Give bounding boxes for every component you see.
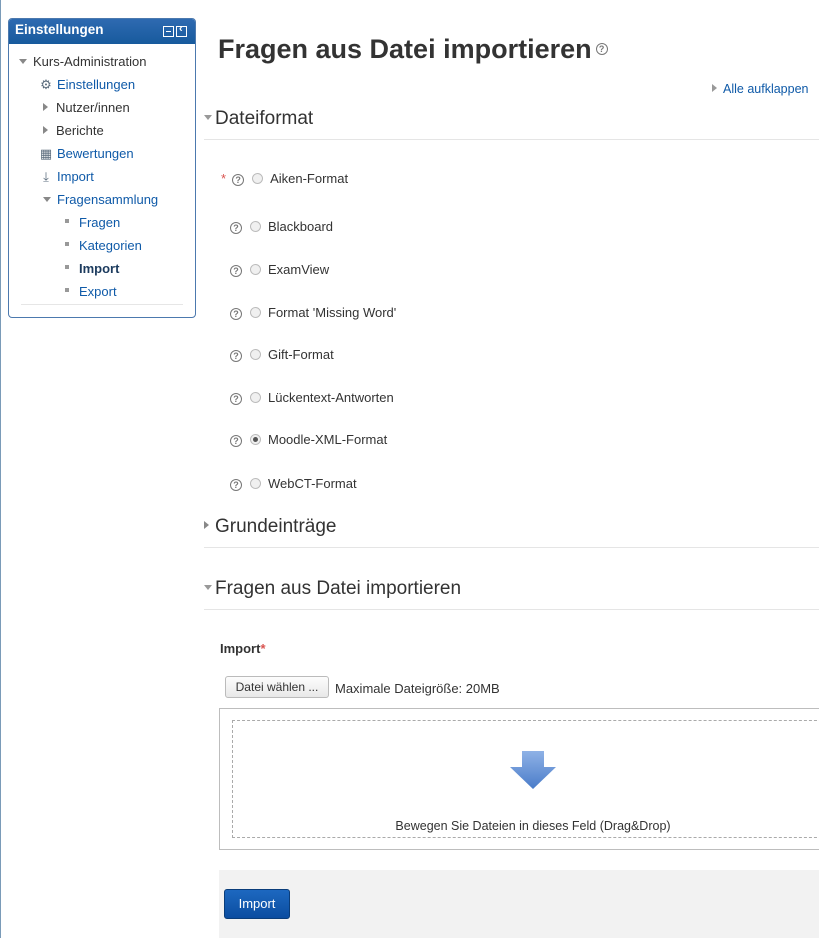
settings-block: Einstellungen Kurs-Administration ⚙Einst… [8,18,196,318]
format-radio[interactable] [250,264,261,275]
gear-icon: ⚙ [40,77,52,92]
format-option-webct[interactable]: ? WebCT-Format [230,476,357,492]
tree-item-export[interactable]: Export [65,283,117,301]
import-field-label: Import* [220,641,266,656]
bullet-icon [65,219,69,223]
help-icon[interactable]: ? [230,308,242,320]
import-submit-button[interactable]: Import [224,889,290,919]
expanded-arrow-icon [204,585,212,590]
expanded-arrow-icon [43,197,51,202]
collapse-block-icon[interactable] [163,26,174,37]
format-radio[interactable] [250,478,261,489]
download-arrow-icon [510,751,556,789]
format-option-lueckentext[interactable]: ? Lückentext-Antworten [230,390,394,406]
import-icon: ⤓ [43,169,49,184]
block-divider [21,304,183,305]
expanded-arrow-icon [204,115,212,120]
collapsed-arrow-icon [204,521,209,529]
collapsed-arrow-icon [712,84,717,92]
section-divider [204,609,819,610]
format-option-missing-word[interactable]: ? Format 'Missing Word' [230,305,396,321]
tree-item-einstellungen[interactable]: ⚙ Einstellungen [39,76,135,94]
expand-all-link[interactable]: Alle aufklappen [712,82,808,96]
format-radio[interactable] [250,349,261,360]
dropzone-hint: Bewegen Sie Dateien in dieses Feld (Drag… [395,819,671,833]
section-grundeintraege-header[interactable]: Grundeinträge [204,516,336,538]
help-icon[interactable]: ? [230,350,242,362]
choose-file-button[interactable]: Datei wählen ... [225,676,329,698]
bullet-icon [65,288,69,292]
collapsed-arrow-icon [43,103,48,111]
block-title: Einstellungen [15,22,104,37]
tree-item-berichte[interactable]: Berichte [43,122,104,140]
format-option-examview[interactable]: ? ExamView [230,262,329,278]
max-file-size: Maximale Dateigröße: 20MB [335,681,500,696]
format-radio[interactable] [250,221,261,232]
help-icon[interactable]: ? [232,174,245,186]
page-title: Fragen aus Datei importieren? [218,34,608,65]
tree-item-import-current[interactable]: Import [65,260,119,278]
help-icon[interactable]: ? [230,435,242,447]
bullet-icon [65,242,69,246]
tree-item-kategorien[interactable]: Kategorien [65,237,142,255]
tree-item-nutzer[interactable]: Nutzer/innen [43,99,130,117]
format-option-moodle-xml[interactable]: ? Moodle-XML-Format [230,432,387,448]
format-option-blackboard[interactable]: ? Blackboard [230,219,333,235]
help-icon[interactable]: ? [595,43,608,55]
page-frame [0,0,1,938]
format-radio[interactable] [250,392,261,403]
section-divider [204,139,819,140]
file-dropzone[interactable]: Bewegen Sie Dateien in dieses Feld (Drag… [219,708,819,850]
required-marker: * [221,171,227,186]
bullet-icon [65,265,69,269]
help-icon[interactable]: ? [230,222,242,234]
help-icon[interactable]: ? [230,265,242,277]
format-option-gift[interactable]: ? Gift-Format [230,347,334,363]
help-icon[interactable]: ? [230,479,242,491]
format-option-aiken[interactable]: *? Aiken-Format [221,171,348,187]
section-dateiformat-header[interactable]: Dateiformat [204,108,313,130]
tree-item-kurs-administration[interactable]: Kurs-Administration [19,53,146,71]
tree-item-fragensammlung[interactable]: Fragensammlung [43,191,158,209]
block-header: Einstellungen [9,19,195,44]
required-marker: * [260,641,266,656]
collapsed-arrow-icon [43,126,48,134]
form-footer: Import [219,870,819,938]
help-icon[interactable]: ? [230,393,242,405]
tree-item-bewertungen[interactable]: ▦ Bewertungen [39,145,134,163]
tree-item-fragen[interactable]: Fragen [65,214,120,232]
section-divider [204,547,819,548]
grades-icon: ▦ [39,146,53,161]
expanded-arrow-icon [19,59,27,64]
dropzone-dashed-area[interactable]: Bewegen Sie Dateien in dieses Feld (Drag… [232,720,819,838]
format-radio[interactable] [250,307,261,318]
format-radio[interactable] [252,173,264,184]
section-import-header[interactable]: Fragen aus Datei importieren [204,578,461,600]
tree-item-import-course[interactable]: ⤓ Import [39,168,94,186]
dock-block-icon[interactable] [176,23,187,37]
format-radio-selected[interactable] [250,434,261,445]
